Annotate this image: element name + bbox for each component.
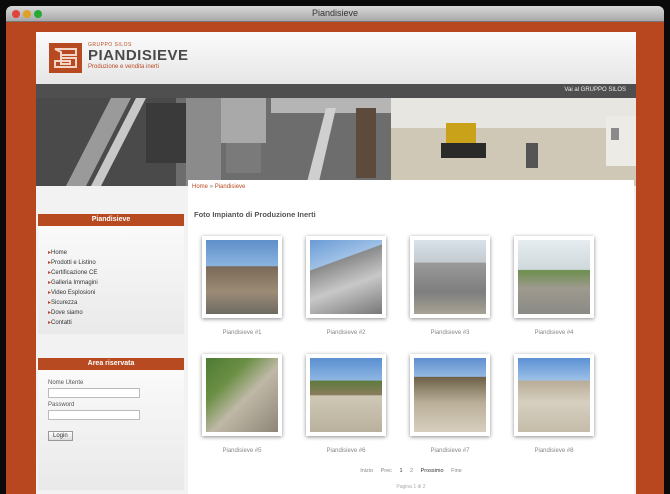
- menu-box: Home Prodotti e Listino Certificazione C…: [38, 226, 184, 334]
- gallery-item[interactable]: Piandisieve #7: [410, 354, 490, 454]
- gallery-item[interactable]: Piandisieve #3: [410, 236, 490, 336]
- gallery-caption: Piandisieve #8: [534, 448, 574, 454]
- gallery-photo[interactable]: [518, 240, 590, 314]
- menu-item-prodotti[interactable]: Prodotti e Listino: [48, 258, 174, 268]
- gallery-item[interactable]: Piandisieve #1: [202, 236, 282, 336]
- gallery-photo[interactable]: [310, 358, 382, 432]
- brand-name: PIANDISIEVE: [88, 47, 189, 64]
- menu-item-dove-siamo[interactable]: Dove siamo: [48, 308, 174, 318]
- breadcrumb-home[interactable]: Home: [192, 184, 208, 190]
- brand-tagline: Produzione e vendita inerti: [88, 64, 160, 70]
- menu-header: Piandisieve: [38, 214, 184, 226]
- header-banner-image: [36, 98, 636, 186]
- gallery-item[interactable]: Piandisieve #8: [514, 354, 594, 454]
- gallery-photo[interactable]: [414, 358, 486, 432]
- gallery-item[interactable]: Piandisieve #5: [202, 354, 282, 454]
- menu-item-sicurezza[interactable]: Sicurezza: [48, 298, 174, 308]
- menu-item-home[interactable]: Home: [48, 248, 174, 258]
- browser-window: Piandisieve GRUPPO SILOS PIANDISIEVE Pro…: [6, 6, 664, 494]
- pager-page-1: 1: [399, 468, 403, 474]
- gallery-photo[interactable]: [310, 240, 382, 314]
- pager-page-2[interactable]: 2: [410, 468, 413, 474]
- pager-end[interactable]: Fine: [451, 468, 462, 474]
- gallery-caption: Piandisieve #2: [326, 330, 366, 336]
- brand[interactable]: GRUPPO SILOS PIANDISIEVE Produzione e ve…: [88, 42, 189, 70]
- pager-start[interactable]: Inizio: [360, 468, 373, 474]
- title-bar: Piandisieve: [6, 6, 664, 22]
- username-label: Nome Utente: [48, 380, 84, 386]
- login-button[interactable]: Login: [48, 431, 73, 441]
- pagination: Inizio Prec 1 2 Prossimo Fine: [188, 468, 634, 474]
- menu-item-contatti[interactable]: Contatti: [48, 318, 174, 328]
- page-info: Pagina 1 di 2: [396, 484, 426, 490]
- gallery-photo[interactable]: [206, 240, 278, 314]
- gallery-item[interactable]: Piandisieve #2: [306, 236, 386, 336]
- top-nav: Vai al GRUPPO SILOS: [36, 84, 636, 98]
- gallery-caption: Piandisieve #3: [430, 330, 470, 336]
- menu-item-galleria[interactable]: Galleria Immagini: [48, 278, 174, 288]
- gallery-caption: Piandisieve #4: [534, 330, 574, 336]
- password-field[interactable]: [48, 410, 140, 420]
- breadcrumb-separator: »: [209, 184, 214, 190]
- gallery-caption: Piandisieve #1: [222, 330, 262, 336]
- logo-mark-icon[interactable]: [49, 43, 82, 73]
- gallery-item[interactable]: Piandisieve #6: [306, 354, 386, 454]
- gallery-caption: Piandisieve #5: [222, 448, 262, 454]
- breadcrumb-current: Piandisieve: [214, 184, 246, 190]
- login-box: Nome Utente Password Login: [38, 370, 184, 490]
- pager-prev[interactable]: Prec: [381, 468, 392, 474]
- username-field[interactable]: [48, 388, 140, 398]
- site-header: GRUPPO SILOS PIANDISIEVE Produzione e ve…: [36, 32, 636, 84]
- breadcrumb: Home » Piandisieve: [188, 180, 634, 190]
- page-title: Foto Impianto di Produzione Inerti: [194, 210, 316, 219]
- gallery-item[interactable]: Piandisieve #4: [514, 236, 594, 336]
- gallery-caption: Piandisieve #6: [326, 448, 366, 454]
- pager-next[interactable]: Prossimo: [421, 468, 444, 474]
- login-header: Area riservata: [38, 358, 184, 370]
- gallery-photo[interactable]: [518, 358, 590, 432]
- window-title: Piandisieve: [311, 8, 359, 18]
- menu-item-certificazione[interactable]: Certificazione CE: [48, 268, 174, 278]
- main-content: Home » Piandisieve Foto Impianto di Prod…: [188, 180, 634, 494]
- gallery-caption: Piandisieve #7: [430, 448, 470, 454]
- menu-item-video[interactable]: Video Esplosioni: [48, 288, 174, 298]
- main-menu: Home Prodotti e Listino Certificazione C…: [48, 248, 174, 328]
- gallery-photo[interactable]: [414, 240, 486, 314]
- gallery-photo[interactable]: [206, 358, 278, 432]
- sidebar: Piandisieve Home Prodotti e Listino Cert…: [38, 214, 184, 490]
- password-label: Password: [48, 402, 75, 408]
- gruppo-silos-link[interactable]: Vai al GRUPPO SILOS: [564, 87, 626, 93]
